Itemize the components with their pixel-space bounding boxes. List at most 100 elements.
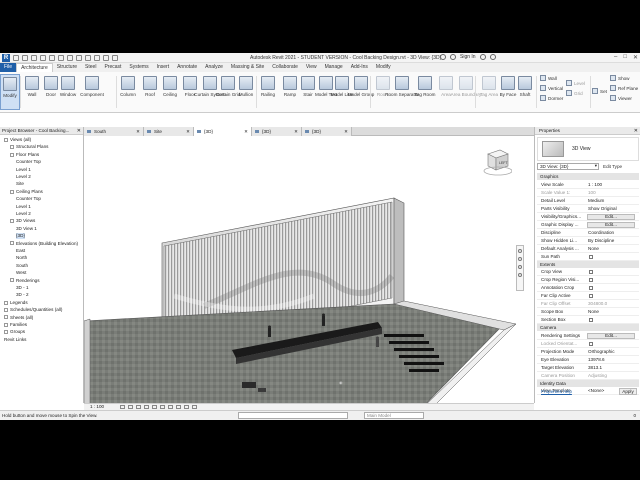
- edit-type-button[interactable]: Edit Type: [603, 164, 622, 169]
- selection-filter[interactable]: 0: [633, 413, 636, 418]
- edit-button[interactable]: Edit...: [587, 213, 635, 220]
- property-value[interactable]: By Discipline: [588, 237, 614, 245]
- ceiling-button[interactable]: Ceiling: [160, 74, 180, 110]
- tab-collaborate[interactable]: Collaborate: [268, 63, 302, 72]
- tag-area-button[interactable]: Tag Area: [479, 74, 499, 110]
- tab-analyze[interactable]: Analyze: [201, 63, 227, 72]
- tree-item[interactable]: 3D - 1: [16, 285, 29, 291]
- tab-systems[interactable]: Systems: [125, 63, 152, 72]
- tree-item[interactable]: Revit Links: [4, 337, 26, 343]
- tree-item[interactable]: Level 1: [16, 167, 31, 173]
- user-icon[interactable]: [450, 54, 456, 60]
- property-section-header[interactable]: Identity Data: [537, 379, 639, 387]
- tag-room-button[interactable]: Tag Room: [415, 74, 435, 110]
- property-row[interactable]: Visibility/Graphics... Edit...: [537, 213, 639, 221]
- tab-insert[interactable]: Insert: [153, 63, 174, 72]
- tree-item[interactable]: Counter Top: [16, 159, 41, 165]
- tree-item[interactable]: Counter Top: [16, 196, 41, 202]
- component-button[interactable]: Component: [80, 74, 104, 110]
- orbit-icon[interactable]: [518, 273, 522, 277]
- room-wall-left[interactable]: [83, 318, 91, 417]
- tree-item[interactable]: Renderings: [10, 278, 40, 284]
- ref-plane-button[interactable]: Ref Plane: [610, 85, 638, 91]
- tab-modify[interactable]: Modify: [372, 63, 395, 72]
- grid-button[interactable]: Grid: [566, 90, 583, 96]
- mullion-button[interactable]: Mullion: [236, 74, 256, 110]
- property-checkbox[interactable]: [589, 294, 593, 298]
- tree-item[interactable]: East: [16, 248, 25, 254]
- property-section-header[interactable]: Extents: [537, 260, 639, 268]
- tab-manage[interactable]: Manage: [321, 63, 347, 72]
- expand-toggle-icon[interactable]: [10, 145, 14, 150]
- workset-box[interactable]: [238, 412, 348, 419]
- property-row[interactable]: Graphic Display ... Edit...: [537, 221, 639, 229]
- column-button[interactable]: Column: [118, 74, 138, 110]
- property-row[interactable]: Locked Orientat...: [537, 340, 639, 348]
- area-boundary-button[interactable]: Area Boundary: [451, 74, 481, 110]
- tree-item[interactable]: Views (all): [4, 137, 31, 143]
- property-row[interactable]: Rendering Settings Edit...: [537, 332, 639, 340]
- help-icon[interactable]: [489, 54, 496, 60]
- property-value[interactable]: Medium: [588, 197, 604, 205]
- reveal-hidden-icon[interactable]: [192, 405, 197, 409]
- visual-style-icon[interactable]: [128, 405, 133, 409]
- tab-view[interactable]: View: [302, 63, 321, 72]
- close-icon[interactable]: ✕: [136, 127, 140, 136]
- properties-help-link[interactable]: Properties help: [541, 389, 572, 394]
- close-icon[interactable]: ✕: [344, 127, 348, 136]
- search-icon[interactable]: [440, 54, 446, 60]
- property-checkbox[interactable]: [589, 286, 593, 290]
- railing-button[interactable]: Railing: [258, 74, 278, 110]
- property-row[interactable]: Detail Level Medium: [537, 197, 639, 205]
- view-tab[interactable]: {3D} ✕: [302, 127, 352, 136]
- figure[interactable]: [376, 339, 379, 347]
- vertical-button[interactable]: Vertical: [540, 85, 563, 91]
- type-selector[interactable]: 3D View: [537, 137, 639, 161]
- main-model-selector[interactable]: Main Model: [364, 412, 424, 419]
- floor[interactable]: [83, 303, 505, 417]
- tree-item[interactable]: {3D}: [16, 233, 25, 240]
- apply-button[interactable]: Apply: [619, 388, 637, 395]
- tree-item[interactable]: Level 2: [16, 174, 31, 180]
- property-row[interactable]: Eye Elevation 13978.6: [537, 356, 639, 364]
- ramp-button[interactable]: Ramp: [280, 74, 300, 110]
- tree-item[interactable]: Schedules/Quantities (all): [4, 307, 62, 313]
- tree-item[interactable]: Families: [4, 322, 27, 328]
- model-group-button[interactable]: Model Group: [348, 74, 374, 110]
- view-tab[interactable]: Site ✕: [144, 127, 194, 136]
- tree-item[interactable]: Legends: [4, 300, 28, 306]
- shadows-icon[interactable]: [144, 405, 149, 409]
- drawing-canvas[interactable]: ◉: [83, 136, 534, 417]
- window-button[interactable]: Window: [58, 74, 78, 110]
- tab-add-ins[interactable]: Add-Ins: [347, 63, 372, 72]
- property-value[interactable]: 13978.6: [588, 356, 605, 364]
- redo-icon[interactable]: [49, 55, 55, 61]
- expand-toggle-icon[interactable]: [4, 330, 8, 335]
- expand-toggle-icon[interactable]: [4, 137, 8, 142]
- property-row[interactable]: Crop Region Visi...: [537, 276, 639, 284]
- tab-massing-site[interactable]: Massing & Site: [227, 63, 268, 72]
- property-value[interactable]: 1 : 100: [588, 181, 602, 189]
- tree-item[interactable]: Level 1: [16, 204, 31, 210]
- tree-item[interactable]: Elevations (Building Elevation): [10, 241, 78, 247]
- curtain-grid-button[interactable]: Curtain Grid: [216, 74, 240, 110]
- side-table[interactable]: [242, 382, 256, 388]
- tree-item[interactable]: Structural Plans: [10, 144, 48, 150]
- hide-isolate-icon[interactable]: [184, 405, 189, 409]
- undo-icon[interactable]: [40, 55, 46, 61]
- property-row[interactable]: Far Clip Active: [537, 292, 639, 300]
- sync-icon[interactable]: [31, 55, 37, 61]
- render-icon[interactable]: [152, 405, 157, 409]
- tab-structure[interactable]: Structure: [53, 63, 81, 72]
- property-section-header[interactable]: Camera: [537, 324, 639, 331]
- sign-in-link[interactable]: Sign In: [460, 54, 476, 60]
- expand-toggle-icon[interactable]: [4, 322, 8, 327]
- dimension-icon[interactable]: [76, 55, 82, 61]
- tag-icon[interactable]: [85, 55, 91, 61]
- close-icon[interactable]: ✕: [186, 127, 190, 136]
- tree-item[interactable]: 3D View 1: [16, 226, 37, 232]
- property-checkbox[interactable]: [589, 270, 593, 274]
- tree-item[interactable]: Ceiling Plans: [10, 189, 43, 195]
- property-value[interactable]: 100: [588, 189, 596, 197]
- save-icon[interactable]: [22, 55, 28, 61]
